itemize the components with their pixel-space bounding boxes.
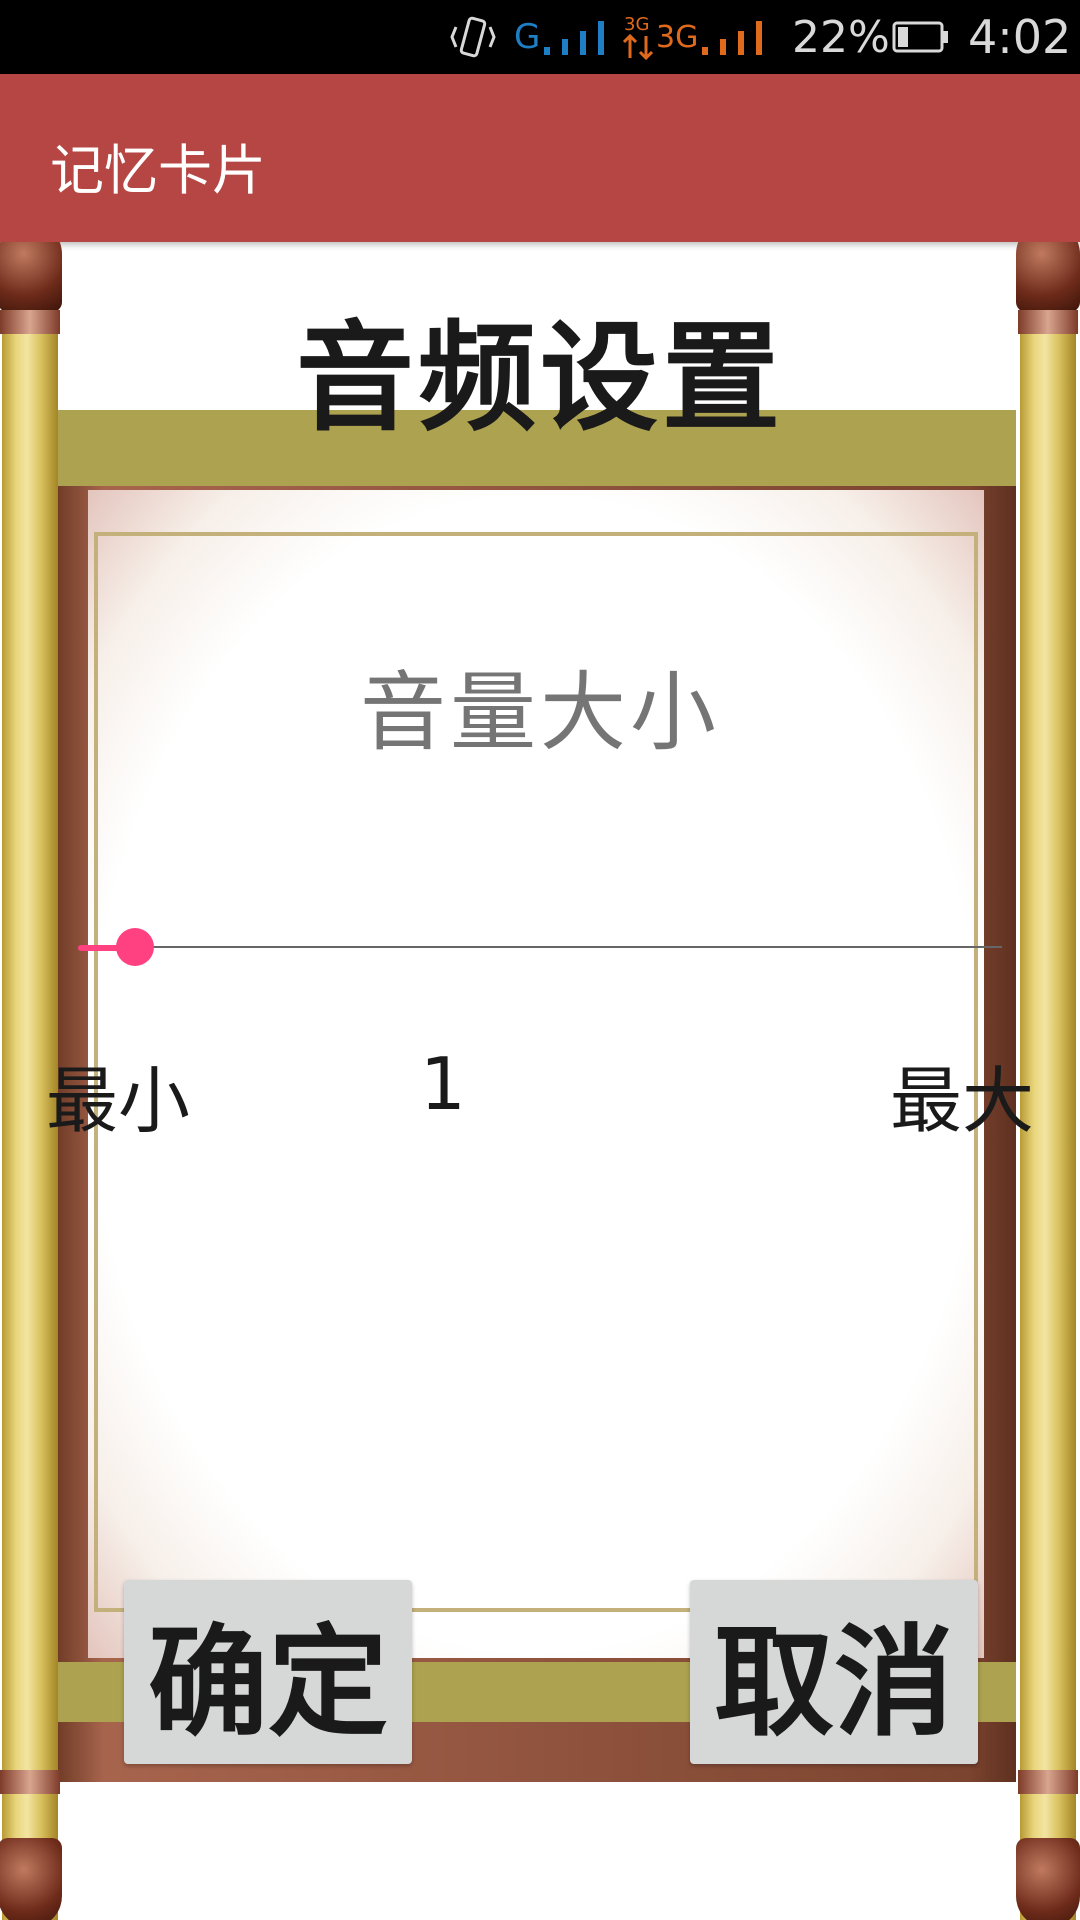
settings-content: 音频设置 音量大小 最小 1 最大 确定 取消 <box>0 242 1080 1920</box>
battery-percent: 22% <box>792 11 890 63</box>
min-label: 最小 <box>46 1059 191 1143</box>
slider-track[interactable] <box>78 946 1002 948</box>
signal-1-icon: G <box>514 0 624 74</box>
app-bar: 记忆卡片 <box>0 74 1080 242</box>
volume-slider[interactable] <box>78 928 1002 968</box>
vibrate-icon <box>448 0 498 74</box>
svg-text:3G: 3G <box>624 14 649 35</box>
battery-icon <box>892 0 950 74</box>
volume-value: 1 <box>420 1042 466 1126</box>
slider-thumb[interactable] <box>116 928 154 966</box>
cancel-button[interactable]: 取消 <box>690 1580 978 1764</box>
page-title: 音频设置 <box>295 309 784 447</box>
max-label: 最大 <box>889 1059 1034 1143</box>
confirm-button[interactable]: 确定 <box>124 1580 412 1764</box>
clock: 4:02 <box>968 10 1072 64</box>
signal-2-icon: 3G 3G <box>622 0 778 74</box>
status-bar: G 3G 3G 22% 4:02 <box>0 0 1080 74</box>
volume-label: 音量大小 <box>360 663 720 763</box>
app-title: 记忆卡片 <box>50 139 266 202</box>
